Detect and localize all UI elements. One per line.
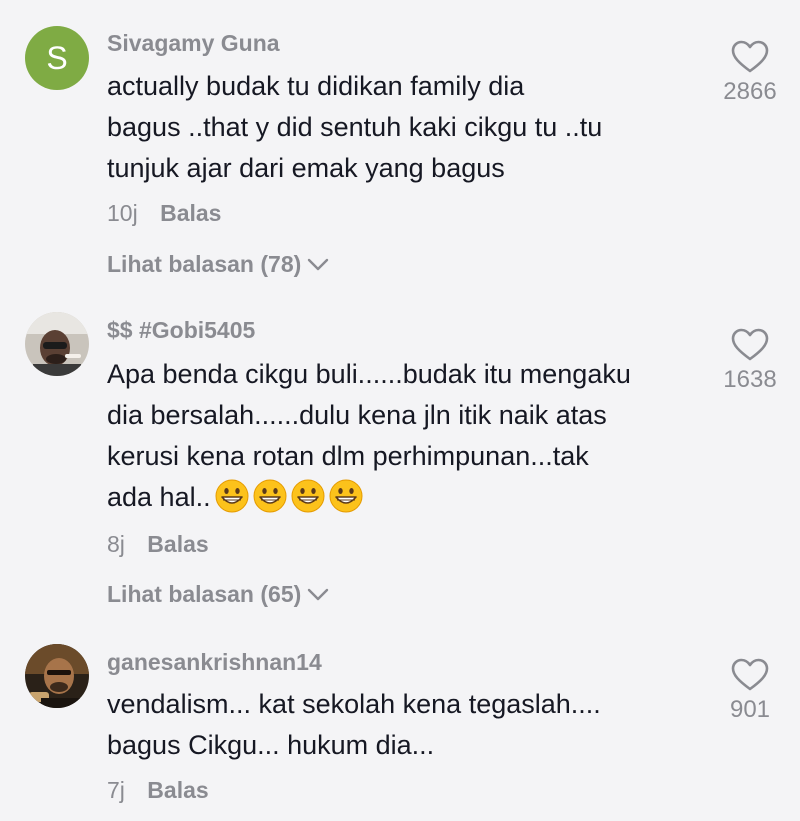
heart-icon bbox=[731, 328, 769, 361]
comment-item: $$ #Gobi5405 Apa benda cikgu buli......b… bbox=[0, 300, 800, 620]
comment-text-line: Apa benda cikgu buli......budak itu meng… bbox=[107, 359, 631, 389]
avatar-photo bbox=[25, 312, 89, 376]
avatar-letter: S bbox=[46, 39, 68, 76]
like-button[interactable]: 901 bbox=[715, 658, 785, 724]
comment-meta: 7j Balas bbox=[107, 777, 209, 804]
like-button[interactable]: 2866 bbox=[715, 40, 785, 106]
view-replies-button[interactable]: Lihat balasan (78) bbox=[107, 251, 329, 278]
heart-icon bbox=[731, 658, 769, 691]
grinning-face-icon bbox=[215, 479, 249, 513]
comment-text: actually budak tu didikan family dia bag… bbox=[107, 66, 707, 189]
comment-time: 10j bbox=[107, 200, 138, 226]
grinning-face-icon bbox=[253, 479, 287, 513]
comment-text-line: vendalism... kat sekolah kena tegaslah..… bbox=[107, 689, 601, 719]
comment-text-line: dia bersalah......dulu kena jln itik nai… bbox=[107, 400, 607, 430]
comment-username[interactable]: ganesankrishnan14 bbox=[107, 649, 322, 676]
grinning-face-icon bbox=[329, 479, 363, 513]
comment-text-line: ada hal.. bbox=[107, 477, 707, 518]
comment-text: Apa benda cikgu buli......budak itu meng… bbox=[107, 354, 707, 518]
heart-icon bbox=[731, 40, 769, 73]
grinning-face-icon bbox=[291, 479, 325, 513]
comment-text-line: bagus ..that y did sentuh kaki cikgu tu … bbox=[107, 112, 603, 142]
comment-username[interactable]: Sivagamy Guna bbox=[107, 30, 280, 57]
chevron-down-icon bbox=[308, 588, 329, 600]
reply-button[interactable]: Balas bbox=[147, 777, 208, 803]
comment-item: ganesankrishnan14 vendalism... kat sekol… bbox=[0, 630, 800, 821]
comment-text-line: tunjuk ajar dari emak yang bagus bbox=[107, 153, 505, 183]
reply-button[interactable]: Balas bbox=[147, 531, 208, 557]
reply-button[interactable]: Balas bbox=[160, 200, 221, 226]
like-count: 1638 bbox=[723, 366, 777, 393]
avatar-photo bbox=[25, 644, 89, 708]
comment-text: vendalism... kat sekolah kena tegaslah..… bbox=[107, 684, 707, 766]
view-replies-label: Lihat balasan (65) bbox=[107, 581, 302, 607]
avatar[interactable] bbox=[25, 644, 89, 708]
comment-text-line: bagus Cikgu... hukum dia... bbox=[107, 730, 435, 760]
like-count: 2866 bbox=[723, 78, 777, 105]
like-count: 901 bbox=[729, 696, 771, 723]
comment-item: S Sivagamy Guna actually budak tu didika… bbox=[0, 0, 800, 300]
comment-text-line: actually budak tu didikan family dia bbox=[107, 71, 525, 101]
chevron-down-icon bbox=[308, 258, 329, 270]
comment-text-line: kerusi kena rotan dlm perhimpunan...tak bbox=[107, 441, 589, 471]
comment-username[interactable]: $$ #Gobi5405 bbox=[107, 317, 255, 344]
comment-time: 8j bbox=[107, 531, 125, 557]
comment-meta: 8j Balas bbox=[107, 531, 209, 558]
avatar[interactable]: S bbox=[25, 26, 89, 90]
comment-meta: 10j Balas bbox=[107, 200, 221, 227]
comment-time: 7j bbox=[107, 777, 125, 803]
avatar[interactable] bbox=[25, 312, 89, 376]
view-replies-label: Lihat balasan (78) bbox=[107, 251, 302, 277]
like-button[interactable]: 1638 bbox=[715, 328, 785, 394]
view-replies-button[interactable]: Lihat balasan (65) bbox=[107, 581, 329, 608]
comment-text-line-end: ada hal.. bbox=[107, 482, 211, 512]
